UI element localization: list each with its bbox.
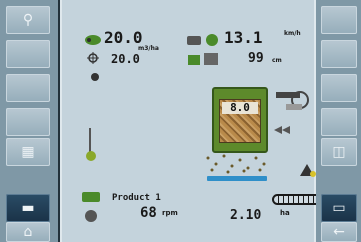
depth-unit: cm: [272, 57, 282, 64]
product-name: Product 1: [112, 193, 161, 203]
softkey-left-2[interactable]: [6, 40, 50, 68]
depth-icon: [188, 53, 218, 65]
back-arrow-icon: ←: [333, 224, 345, 240]
menu-icon: ▬: [21, 200, 35, 216]
softkey-left-1[interactable]: ⚲: [6, 6, 50, 34]
softkey-left-5[interactable]: ▦: [6, 138, 50, 166]
speed-unit: km/h: [284, 30, 301, 37]
sensor-icon: [86, 128, 96, 161]
depth-value: 99: [248, 51, 264, 66]
softkey-right-1[interactable]: [321, 6, 357, 34]
tractor-icon: [276, 91, 309, 110]
speed-value: 13.1: [224, 28, 263, 47]
softkey-right-5[interactable]: ◫: [321, 138, 357, 166]
softkey-right-6[interactable]: ▭: [321, 194, 357, 222]
magnifier-icon: ⚲: [22, 12, 34, 28]
softkey-right-7[interactable]: ←: [321, 222, 357, 242]
section-icon: ◫: [332, 144, 346, 160]
softkey-left-6[interactable]: ▬: [6, 194, 50, 222]
hopper-level: 8.0: [222, 102, 258, 114]
right-button-strip: ◫ ▭ ←: [316, 0, 361, 242]
main-screen: 20.0 m3/ha 20.0 13.1 km/h 99 cm 8.0 Prod…: [60, 0, 348, 242]
screen-icon: ▭: [332, 200, 346, 216]
softkey-left-3[interactable]: [6, 74, 50, 102]
area-unit: ha: [280, 209, 290, 217]
terminal-frame: ⚲ ▦ ▬ ⌂ 20.0 m3/ha 20.0 13.1 km/h 99 cm …: [0, 0, 361, 242]
softkey-left-7[interactable]: ⌂: [6, 222, 50, 242]
target-icon: [87, 52, 99, 64]
hopper-graphic[interactable]: 8.0: [212, 87, 268, 153]
softkey-left-4[interactable]: [6, 108, 50, 136]
rpm-icon: [85, 210, 97, 222]
seed-flow-graphic: [206, 154, 266, 174]
rate-progress-bar: [207, 176, 267, 181]
section-arrows-icon: [274, 126, 290, 134]
area-value: 2.10: [230, 208, 262, 223]
softkey-right-4[interactable]: [321, 108, 357, 136]
rpm-unit: rpm: [162, 209, 178, 217]
seed-rate-target: 20.0: [111, 52, 140, 66]
left-button-strip: ⚲ ▦ ▬ ⌂: [0, 0, 58, 242]
speed-icon: [187, 34, 218, 46]
softkey-right-3[interactable]: [321, 74, 357, 102]
calculator-icon: ▦: [21, 144, 35, 160]
product-icon: [82, 192, 100, 202]
home-icon: ⌂: [23, 224, 33, 240]
seed-rate-unit: m3/ha: [138, 45, 159, 52]
drill-icon: [300, 164, 316, 177]
fan-icon: [91, 73, 99, 81]
seed-rate-value: 20.0: [104, 28, 143, 47]
rpm-value: 68: [140, 205, 157, 221]
softkey-right-2[interactable]: [321, 40, 357, 68]
seed-rate-icon: [85, 35, 101, 45]
